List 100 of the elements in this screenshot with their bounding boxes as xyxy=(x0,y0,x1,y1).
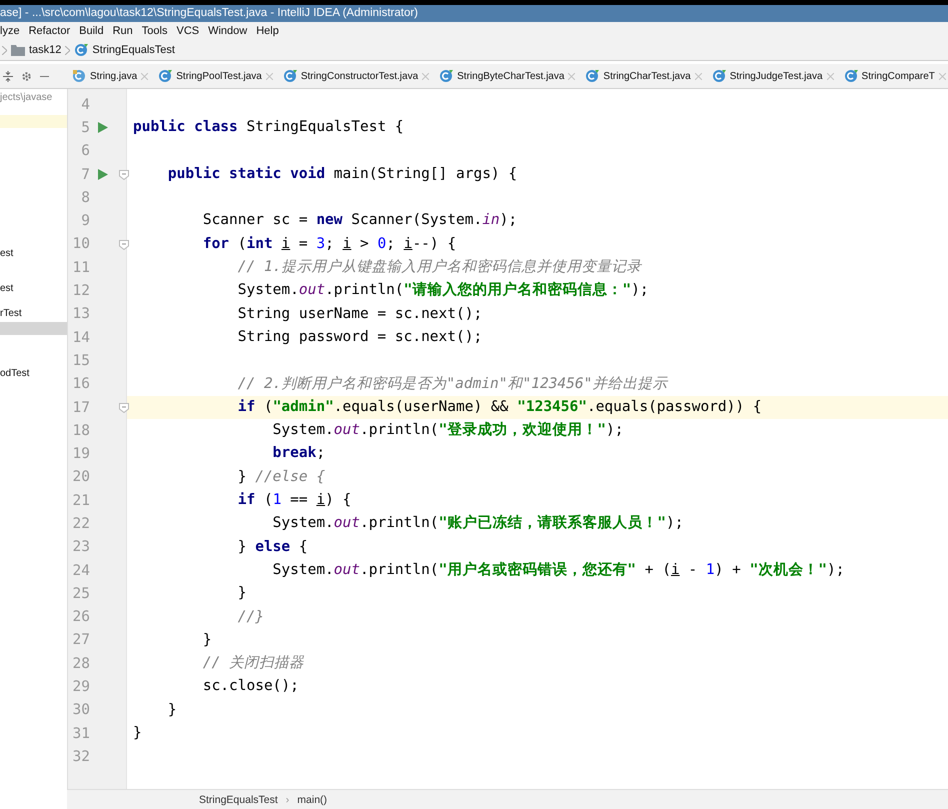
code-line: // 关闭扫描器 xyxy=(202,654,306,674)
close-icon[interactable] xyxy=(141,72,148,80)
menu-item[interactable]: Window xyxy=(208,25,248,37)
class-icon xyxy=(74,43,88,57)
project-tree-item[interactable]: est xyxy=(0,247,67,260)
line-number: 9 xyxy=(80,213,90,230)
breadcrumb-item[interactable]: task12 xyxy=(29,44,62,56)
class-icon xyxy=(158,69,172,83)
chevron-icon xyxy=(2,46,7,54)
line-number: 6 xyxy=(80,143,90,160)
line-number: 10 xyxy=(72,236,90,252)
fold-icon[interactable] xyxy=(119,402,129,413)
class-icon xyxy=(72,69,86,83)
line-number: 24 xyxy=(72,562,90,579)
line-number: 26 xyxy=(72,609,90,626)
fold-icon[interactable] xyxy=(119,240,129,250)
close-icon[interactable] xyxy=(266,72,273,80)
code-line: // 2.判断用户名和密码是否为"admin"和"123456"并给出提示 xyxy=(236,374,670,394)
line-number: 29 xyxy=(72,679,90,696)
fold-icon[interactable] xyxy=(119,170,129,180)
project-tree-item[interactable]: est xyxy=(0,282,67,295)
class-icon xyxy=(585,69,600,83)
chevron-icon xyxy=(65,46,70,54)
editor-tab[interactable]: StringConstructorTest.java xyxy=(278,64,434,88)
code-line: break; xyxy=(272,444,326,464)
class-icon xyxy=(844,69,858,83)
project-tree-item[interactable] xyxy=(0,115,67,128)
close-icon[interactable] xyxy=(826,72,834,80)
line-number: 25 xyxy=(72,586,90,602)
line-number: 11 xyxy=(72,260,90,276)
code-line: if ("admin".equals(userName) && "123456".equals(password)) { xyxy=(236,398,762,415)
code-line: System.out.println("请输入您的用户名和密码信息："); xyxy=(236,280,650,300)
menu-item[interactable]: lyze xyxy=(0,25,20,37)
line-number: 12 xyxy=(72,283,90,300)
menu-item[interactable]: VCS xyxy=(176,25,200,37)
line-number: 21 xyxy=(72,492,90,509)
line-number: 8 xyxy=(80,190,90,206)
code-line: public class StringEqualsTest { xyxy=(132,118,405,138)
line-number: 17 xyxy=(72,400,90,416)
code-line: if (1 == i) { xyxy=(236,491,352,510)
line-number: 7 xyxy=(80,166,90,183)
editor-tab[interactable]: StringCharTest.java xyxy=(580,64,707,88)
close-icon[interactable] xyxy=(938,72,946,80)
close-icon[interactable] xyxy=(568,72,576,80)
line-number: 28 xyxy=(72,656,90,672)
line-number: 13 xyxy=(72,306,90,322)
code-line: //} xyxy=(236,608,265,627)
code-line: } xyxy=(202,630,213,650)
collapse-icon[interactable] xyxy=(3,70,13,82)
run-icon[interactable] xyxy=(98,122,108,134)
project-path: jects\javase xyxy=(0,91,54,105)
minimize-icon[interactable] xyxy=(40,74,49,78)
breadcrumb-separator: › xyxy=(286,794,290,806)
code-line: } xyxy=(236,584,248,604)
project-tree-item[interactable]: odTest xyxy=(0,367,67,380)
editor-tab[interactable]: StringByteCharTest.java xyxy=(434,64,580,88)
line-number: 18 xyxy=(72,422,90,439)
code-line: System.out.println("账户已冻结，请联系客服人员！"); xyxy=(272,513,685,534)
code-line: } xyxy=(166,700,178,720)
class-icon xyxy=(712,69,726,83)
breadcrumb-item[interactable]: StringEqualsTest xyxy=(92,44,175,56)
folder-icon xyxy=(11,44,25,56)
code-line: String password = sc.next(); xyxy=(236,328,484,347)
editor-tab[interactable]: StringJudgeTest.java xyxy=(706,64,839,88)
close-icon[interactable] xyxy=(422,72,430,80)
editor-tab[interactable]: StringCompareT xyxy=(838,64,948,88)
code-line: // 1.提示用户从键盘输入用户名和密码信息并使用变量记录 xyxy=(236,258,643,278)
code-line: public static void main(String[] args) { xyxy=(166,164,518,184)
editor-tab[interactable]: StringPoolTest.java xyxy=(153,64,278,88)
line-number: 19 xyxy=(72,446,90,462)
menu-item[interactable]: Help xyxy=(256,25,279,37)
menu-item[interactable]: Refactor xyxy=(28,25,70,37)
line-number: 5 xyxy=(80,120,90,136)
run-icon[interactable] xyxy=(98,169,108,180)
status-breadcrumb[interactable]: main() xyxy=(297,794,328,806)
menu-item[interactable]: Run xyxy=(112,25,133,37)
code-line: for (int i = 3; i > 0; i--) { xyxy=(202,234,458,254)
line-number: 16 xyxy=(72,376,90,392)
window-title: ase] - ...\src\com\lagou\task12\StringEqualsTest.java - IntelliJ IDEA (Administrator) xyxy=(0,5,948,22)
menu-item[interactable]: Build xyxy=(79,25,104,37)
settings-icon[interactable] xyxy=(21,70,32,82)
line-number: 20 xyxy=(72,469,90,486)
code-line: System.out.println("登录成功，欢迎使用！"); xyxy=(272,420,625,440)
code-line: } xyxy=(132,724,143,744)
line-number: 32 xyxy=(72,748,90,765)
project-tree-item[interactable] xyxy=(0,322,67,335)
project-tree-item[interactable]: rTest xyxy=(0,307,67,320)
close-icon[interactable] xyxy=(694,72,702,80)
menu-item[interactable]: Tools xyxy=(142,25,168,37)
line-number: 31 xyxy=(72,726,90,742)
line-number: 4 xyxy=(80,96,90,113)
code-line: Scanner sc = new Scanner(System.in); xyxy=(202,211,518,230)
line-number: 30 xyxy=(72,702,90,718)
editor-tab[interactable]: String.java xyxy=(67,64,154,88)
line-number: 15 xyxy=(72,352,90,369)
code-line: sc.close(); xyxy=(202,677,300,696)
code-line: } //else { xyxy=(236,468,326,487)
code-line: } else { xyxy=(236,538,309,557)
line-number: 22 xyxy=(72,516,90,532)
status-breadcrumb[interactable]: StringEqualsTest xyxy=(199,794,278,806)
